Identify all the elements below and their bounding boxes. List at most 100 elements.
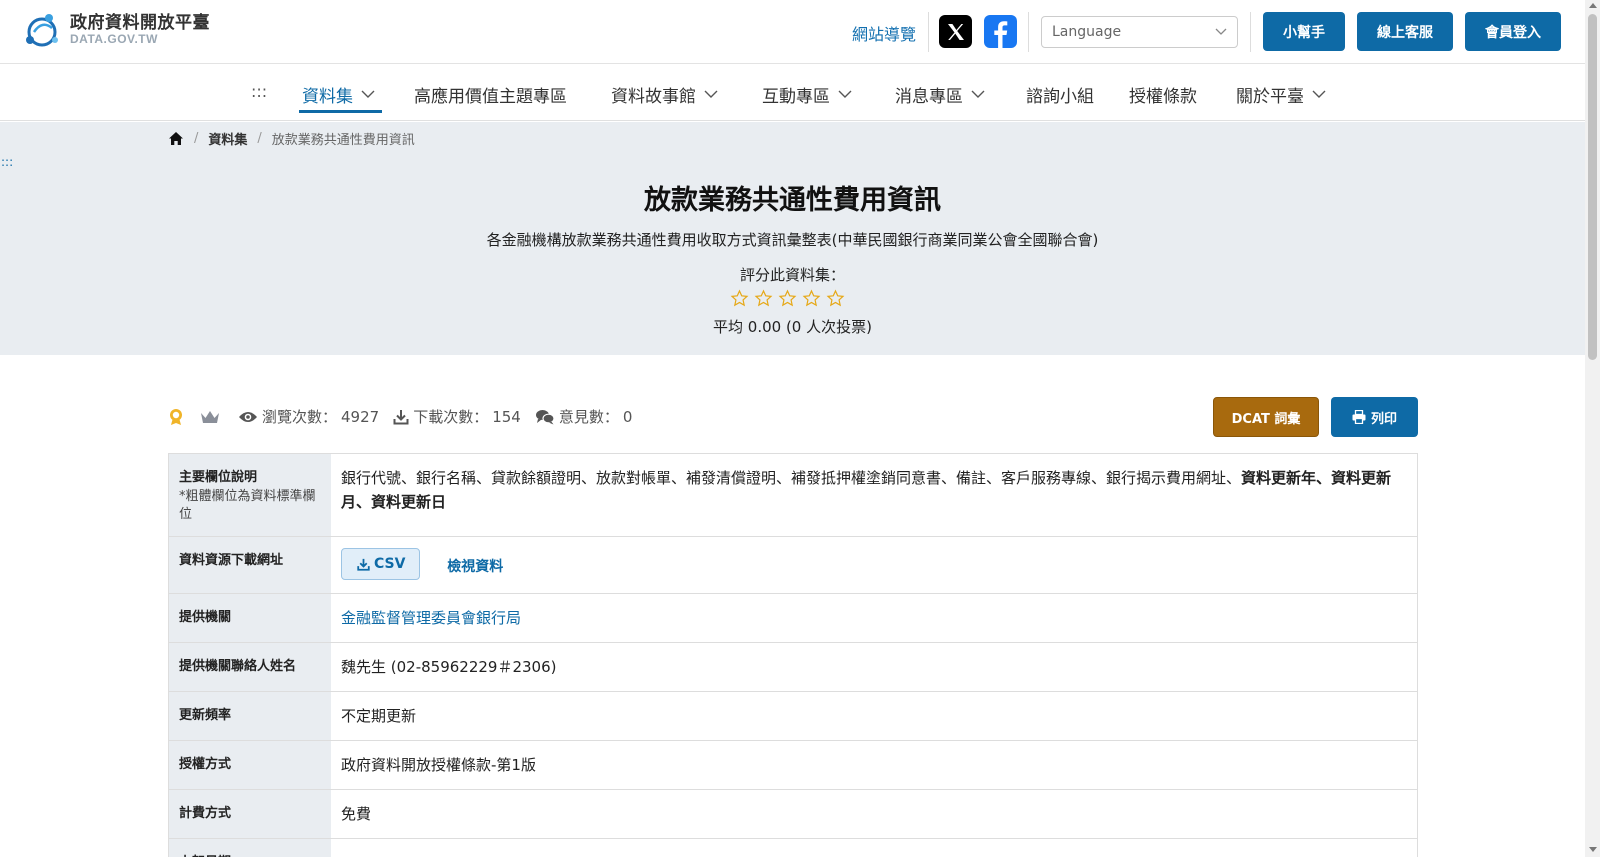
star-icon[interactable] <box>778 289 797 308</box>
fields-value: 銀行代號、銀行名稱、貸款餘額證明、放款對帳單、補發清償證明、補發抵押權塗銷同意書… <box>331 454 1417 536</box>
date-value: 2015-02-12 <box>331 839 1417 857</box>
logo-subtitle: DATA.GOV.TW <box>70 31 158 46</box>
contact-label: 提供機關聯絡人姓名 <box>169 643 331 692</box>
nav-label: 資料故事館 <box>611 87 696 107</box>
license-value: 政府資料開放授權條款-第1版 <box>341 756 536 775</box>
comment-count-value: 0 <box>622 407 633 426</box>
download-label: 資料資源下載網址 <box>169 537 331 594</box>
nav-item-advisory[interactable]: 諮詢小組 <box>1026 82 1094 107</box>
contact-value: 魏先生 (02-85962229＃2306) <box>341 658 557 677</box>
rate-label: 評分此資料集： <box>739 266 845 284</box>
language-select[interactable]: Language <box>1041 16 1238 48</box>
nav-label: 諮詢小組 <box>1026 87 1094 107</box>
download-count-label: 下載次數： <box>413 408 489 426</box>
eye-icon <box>239 411 257 422</box>
crown-icon <box>201 410 219 423</box>
download-icon <box>357 558 370 571</box>
chevron-down-icon <box>838 90 852 98</box>
frequency-value: 不定期更新 <box>341 707 417 726</box>
nav-label: 授權條款 <box>1129 87 1197 107</box>
page-scrollbar[interactable] <box>1585 0 1600 857</box>
print-button-label: 列印 <box>1370 411 1397 427</box>
table-row: 主要欄位說明 *粗體欄位為資料標準欄位 銀行代號、銀行名稱、貸款餘額證明、放款對… <box>168 454 1418 538</box>
nav-label: 高應用價值主題專區 <box>414 87 567 107</box>
table-row: 提供機關 金融監督管理委員會銀行局 <box>168 594 1418 644</box>
nav-item-high-value[interactable]: 高應用價值主題專區 <box>414 82 567 107</box>
table-row: 提供機關聯絡人姓名 魏先生 (02-85962229＃2306) <box>168 643 1418 693</box>
chevron-down-icon <box>971 90 985 98</box>
nav-item-news[interactable]: 消息專區 <box>895 82 985 107</box>
site-logo[interactable]: 政府資料開放平臺 DATA.GOV.TW <box>22 10 210 50</box>
page-subtitle: 各金融機構放款業務共通性費用收取方式資訊彙整表(中華民國銀行商業同業公會全國聯合… <box>486 231 1099 249</box>
date-label: 上架日期 <box>169 839 331 857</box>
fields-label-cell: 主要欄位說明 *粗體欄位為資料標準欄位 <box>169 454 331 537</box>
print-button[interactable]: 列印 <box>1331 397 1418 437</box>
provider-value-cell: 金融監督管理委員會銀行局 <box>331 594 1417 642</box>
frequency-label: 更新頻率 <box>169 692 331 741</box>
chevron-down-icon <box>1215 28 1227 35</box>
comment-count-label: 意見數： <box>558 408 619 426</box>
online-support-button[interactable]: 線上客服 <box>1357 12 1453 51</box>
dataset-info-table: 主要欄位說明 *粗體欄位為資料標準欄位 銀行代號、銀行名稱、貸款餘額證明、放款對… <box>168 453 1418 857</box>
award-badge-icon <box>170 408 182 425</box>
view-count: 瀏覽次數： 4927 <box>238 406 379 427</box>
table-row: 資料資源下載網址 CSV 檢視資料 <box>168 537 1418 595</box>
provider-label: 提供機關 <box>169 594 331 643</box>
breadcrumb-datasets[interactable]: 資料集 <box>208 129 247 148</box>
table-row: 更新頻率 不定期更新 <box>168 692 1418 742</box>
content-accesskey[interactable]: ::: <box>1 155 13 169</box>
home-icon[interactable] <box>168 131 184 146</box>
chevron-down-icon <box>704 90 718 98</box>
x-twitter-icon[interactable] <box>939 15 972 48</box>
breadcrumb: / 資料集 / 放款業務共通性費用資訊 <box>168 129 415 148</box>
star-icon[interactable] <box>754 289 773 308</box>
download-count: 下載次數： 154 <box>393 406 521 427</box>
facebook-icon[interactable] <box>984 15 1017 48</box>
chevron-down-icon <box>1312 90 1326 98</box>
download-count-value: 154 <box>492 407 521 426</box>
helper-button[interactable]: 小幫手 <box>1263 12 1345 51</box>
star-rating[interactable] <box>730 289 845 308</box>
star-icon[interactable] <box>802 289 821 308</box>
comment-count: 意見數： 0 <box>535 406 633 427</box>
main-nav: ::: 資料集 高應用價值主題專區 資料故事館 互動專區 消息專區 諮詢小組 授… <box>0 64 1585 121</box>
dcat-button[interactable]: DCAT 詞彙 <box>1213 397 1319 437</box>
dataset-stats: 瀏覽次數： 4927 下載次數： 154 意見數： 0 <box>168 406 646 427</box>
nav-item-datasets[interactable]: 資料集 <box>302 82 375 107</box>
nav-item-data-stories[interactable]: 資料故事館 <box>611 82 718 107</box>
member-login-button[interactable]: 會員登入 <box>1465 12 1561 51</box>
nav-label: 互動專區 <box>762 87 830 107</box>
nav-item-license[interactable]: 授權條款 <box>1129 82 1197 107</box>
site-header: 政府資料開放平臺 DATA.GOV.TW 網站導覽 Language 小幫手 線… <box>0 0 1585 64</box>
printer-icon <box>1352 410 1366 424</box>
scroll-up-arrow[interactable] <box>1589 3 1597 8</box>
fee-label: 計費方式 <box>169 790 331 839</box>
fields-normal: 銀行代號、銀行名稱、貸款餘額證明、放款對帳單、補發清償證明、補發抵押權塗銷同意書… <box>341 469 1242 487</box>
table-row: 計費方式 免費 <box>168 790 1418 840</box>
fields-note: *粗體欄位為資料標準欄位 <box>179 489 316 523</box>
nav-active-indicator <box>299 110 382 113</box>
fee-value: 免費 <box>341 805 372 824</box>
header-divider <box>1028 12 1029 52</box>
scroll-thumb[interactable] <box>1588 14 1597 360</box>
breadcrumb-separator: / <box>257 131 262 146</box>
star-icon[interactable] <box>826 289 845 308</box>
star-icon[interactable] <box>730 289 749 308</box>
download-value: CSV 檢視資料 <box>331 537 1417 593</box>
nav-label: 消息專區 <box>895 87 963 107</box>
page-title: 放款業務共通性費用資訊 <box>644 185 941 216</box>
header-divider <box>928 12 929 52</box>
nav-item-about[interactable]: 關於平臺 <box>1236 82 1326 107</box>
csv-download-button[interactable]: CSV <box>341 548 421 581</box>
scroll-down-arrow[interactable] <box>1589 847 1597 852</box>
comments-icon <box>535 409 555 424</box>
table-row: 上架日期 2015-02-12 <box>168 839 1418 857</box>
view-count-label: 瀏覽次數： <box>262 408 338 426</box>
nav-accesskey[interactable]: ::: <box>251 82 267 101</box>
logo-title: 政府資料開放平臺 <box>70 13 210 34</box>
header-divider <box>1250 12 1251 52</box>
nav-item-interactive[interactable]: 互動專區 <box>762 82 852 107</box>
sitemap-link[interactable]: 網站導覽 <box>852 21 916 45</box>
provider-link[interactable]: 金融監督管理委員會銀行局 <box>341 609 521 627</box>
view-data-link[interactable]: 檢視資料 <box>447 556 503 578</box>
